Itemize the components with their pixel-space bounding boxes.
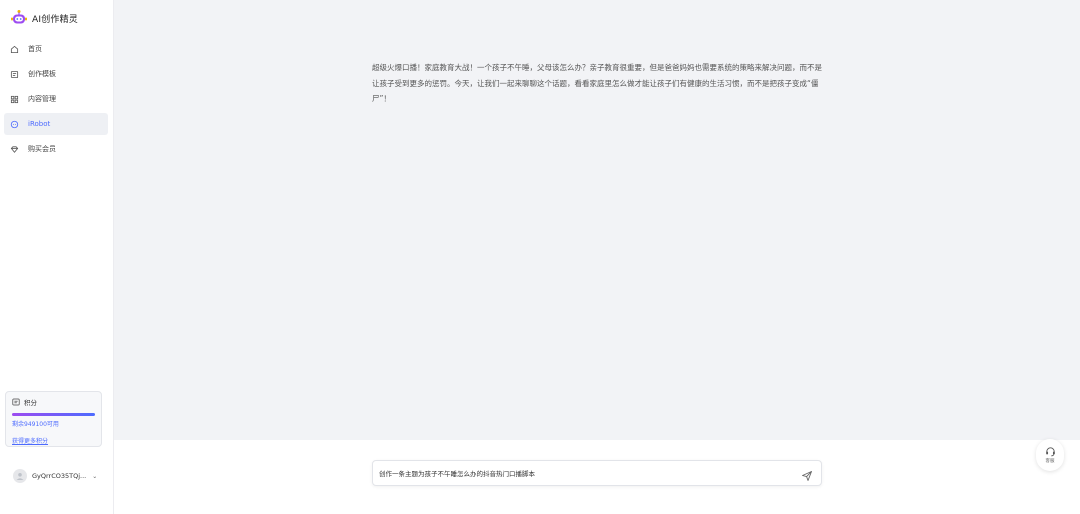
sidebar-item-irobot[interactable]: iRobot (4, 113, 108, 135)
avatar (13, 469, 27, 483)
points-progress-bar (12, 413, 95, 416)
brand-title: AI创作精灵 (32, 14, 79, 25)
headset-icon (1045, 447, 1055, 457)
send-button[interactable] (801, 467, 813, 481)
sidebar-item-home[interactable]: 首页 (4, 38, 108, 60)
sidebar-item-label: 首页 (28, 45, 42, 53)
sidebar: AI创作精灵 首页 创作模板 内容管理 iRobot 购买会员 积分 剩余949… (0, 0, 114, 514)
sidebar-item-label: 内容管理 (28, 95, 56, 103)
sidebar-item-label: 创作模板 (28, 70, 56, 78)
robot-logo-icon (10, 9, 28, 27)
sidebar-item-label: 购买会员 (28, 145, 56, 153)
home-icon (9, 44, 19, 54)
sidebar-item-templates[interactable]: 创作模板 (4, 63, 108, 85)
chevron-down-icon: ⌄ (92, 472, 98, 480)
composer (372, 460, 822, 486)
sidebar-item-label: iRobot (28, 120, 51, 128)
diamond-icon (9, 144, 19, 154)
prompt-input[interactable] (379, 461, 789, 485)
points-progress-fill (12, 413, 95, 416)
grid-icon (9, 94, 19, 104)
customer-service-button[interactable]: 客服 (1036, 439, 1064, 471)
brand[interactable]: AI创作精灵 (10, 7, 78, 29)
user-icon (16, 473, 24, 480)
points-title: 积分 (24, 399, 37, 407)
sidebar-item-content[interactable]: 内容管理 (4, 88, 108, 110)
user-name: GyQrrCO35TQj... (32, 472, 87, 480)
get-more-points-link[interactable]: 获得更多积分 (12, 436, 48, 445)
points-card: 积分 剩余949100可用 获得更多积分 (5, 391, 102, 447)
template-icon (9, 69, 19, 79)
chat-message: 超级火爆口播！家庭教育大战！一个孩子不午睡，父母该怎么办？亲子教育很重要，但是爸… (372, 63, 822, 103)
sidebar-nav: 首页 创作模板 内容管理 iRobot 购买会员 (4, 38, 108, 163)
points-header: 积分 (12, 397, 95, 407)
send-icon (802, 471, 812, 481)
points-remaining: 剩余949100可用 (12, 420, 59, 428)
customer-service-label: 客服 (1045, 459, 1055, 464)
sidebar-item-membership[interactable]: 购买会员 (4, 138, 108, 160)
user-menu[interactable]: GyQrrCO35TQj... ⌄ (13, 468, 97, 484)
robot-icon (9, 119, 19, 129)
points-icon (12, 398, 20, 406)
